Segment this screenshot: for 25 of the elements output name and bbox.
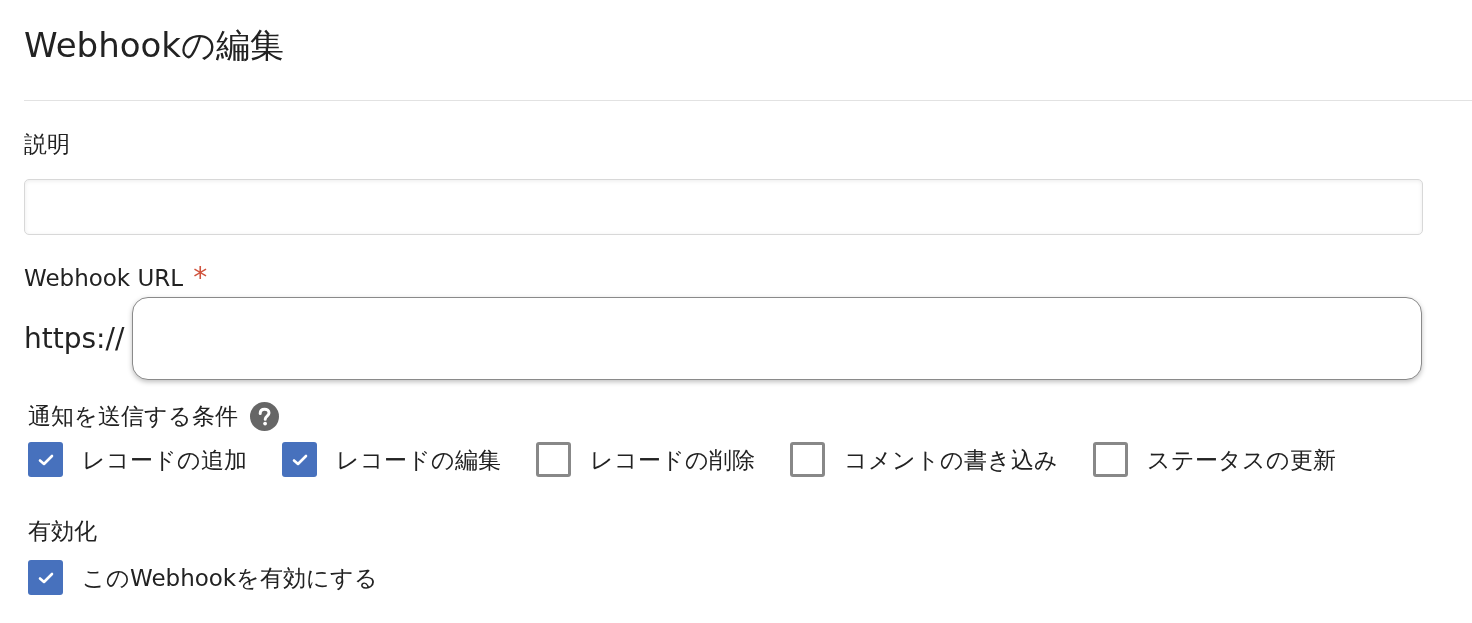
checkbox[interactable] (282, 442, 317, 477)
help-icon[interactable] (250, 401, 279, 431)
url-prefix: https:// (24, 321, 125, 356)
field-label: Webhook URL (24, 264, 184, 293)
section-label: 有効化 (28, 517, 97, 546)
section-label: 通知を送信する条件 (28, 402, 238, 431)
checkbox[interactable] (1093, 442, 1128, 477)
checkbox-label[interactable]: このWebhookを有効にする (82, 562, 379, 593)
checkbox[interactable] (790, 442, 825, 477)
checkbox-label[interactable]: コメントの書き込み (844, 444, 1058, 475)
checkbox-label[interactable]: レコードの追加 (82, 444, 247, 475)
checkbox[interactable] (28, 560, 63, 595)
checkbox[interactable] (536, 442, 571, 477)
page-title: Webhookの編集 (24, 24, 284, 67)
checkbox[interactable] (28, 442, 63, 477)
field-label: 説明 (24, 130, 70, 159)
checkbox-label[interactable]: レコードの削除 (590, 444, 755, 475)
description-input[interactable] (24, 179, 1423, 235)
checkmark-icon (37, 453, 54, 466)
checkbox-label[interactable]: レコードの編集 (336, 444, 501, 475)
required-mark: * (193, 263, 208, 293)
checkbox-label[interactable]: ステータスの更新 (1147, 444, 1336, 475)
checkmark-icon (291, 453, 308, 466)
url-input[interactable] (132, 297, 1423, 380)
checkmark-icon (37, 571, 54, 584)
